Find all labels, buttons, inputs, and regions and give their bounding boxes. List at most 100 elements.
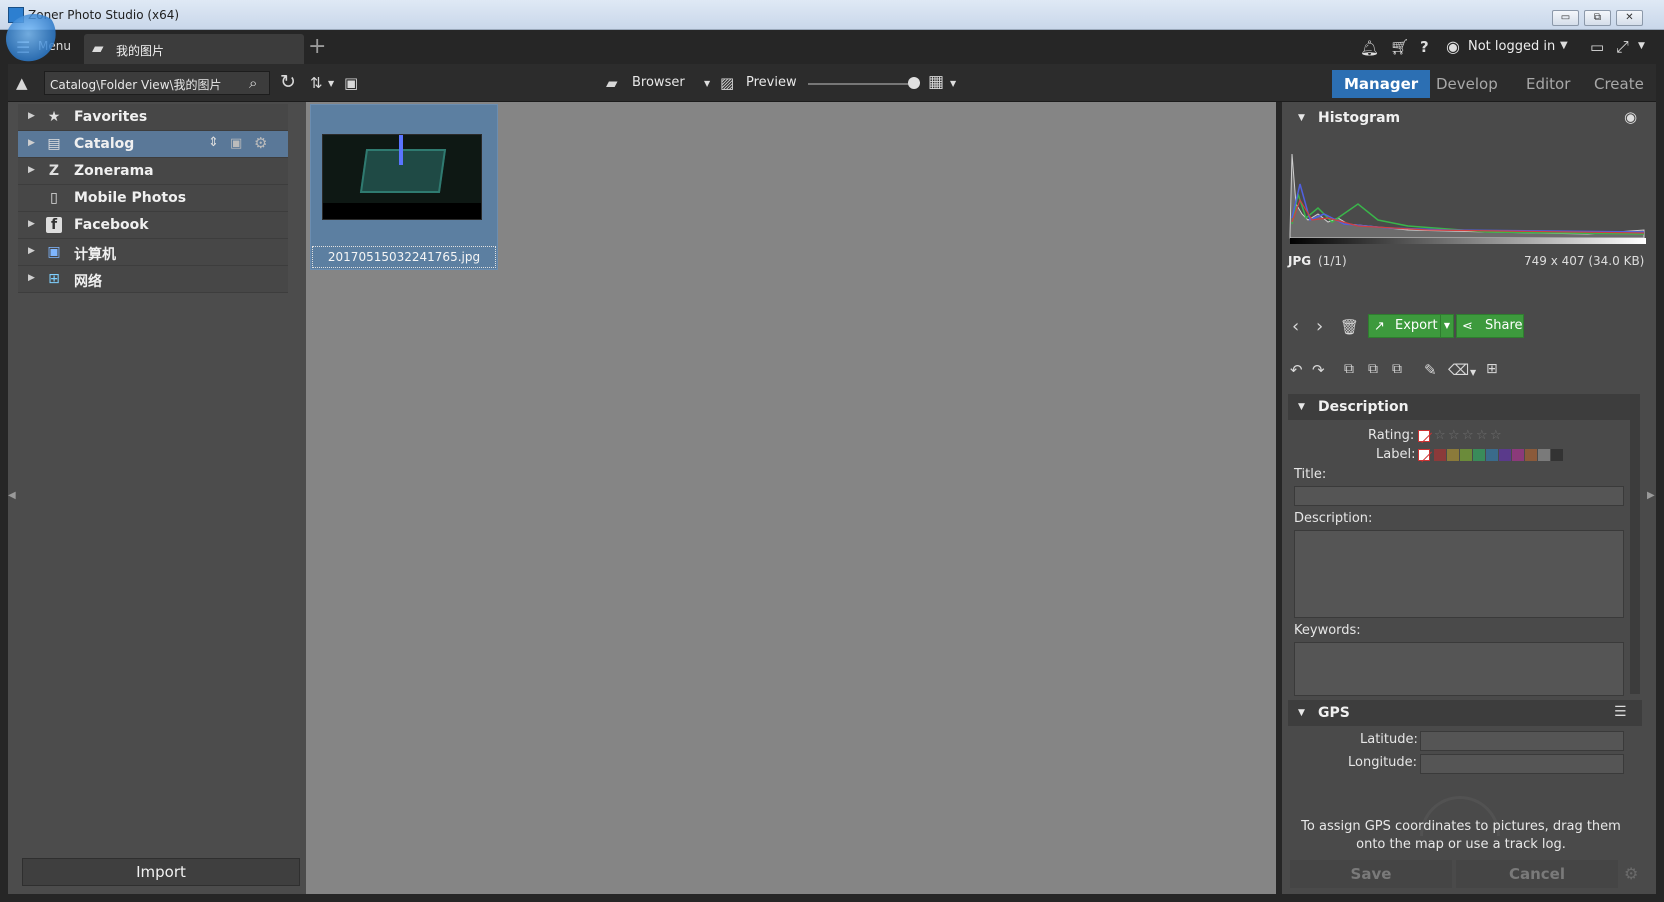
nav-item-facebook[interactable]: ▶ f Facebook	[18, 212, 288, 239]
bell-icon[interactable]: 🔔︎	[1360, 39, 1379, 57]
previous-icon[interactable]: ‹	[1292, 316, 1299, 337]
expand-arrow-icon[interactable]: ▶	[28, 273, 35, 283]
label-swatch[interactable]	[1460, 449, 1472, 461]
tools-dropdown-icon[interactable]: ▼	[1470, 368, 1476, 377]
user-login-label[interactable]: Not logged in	[1468, 39, 1555, 54]
copy-icon[interactable]: ⧉	[1344, 361, 1354, 377]
cancel-button[interactable]: Cancel	[1456, 860, 1618, 888]
gps-header[interactable]: ▼ GPS ☰	[1288, 700, 1642, 726]
label-swatch[interactable]	[1551, 449, 1563, 461]
thumbnail-image[interactable]	[322, 134, 482, 220]
user-dropdown-icon[interactable]: ▼	[1560, 40, 1568, 51]
sort-dropdown-icon[interactable]: ▼	[328, 79, 334, 88]
label-swatch[interactable]	[1473, 449, 1485, 461]
rating-star-1[interactable]: ☆	[1434, 428, 1446, 443]
trash-icon[interactable]: 🗑︎	[1340, 318, 1359, 336]
collapse-arrow-icon[interactable]: ▼	[1298, 708, 1305, 718]
label-swatch[interactable]	[1538, 449, 1550, 461]
rotate-right-icon[interactable]: ↷	[1312, 361, 1325, 379]
label-swatch[interactable]	[1512, 449, 1524, 461]
description-field[interactable]	[1294, 530, 1624, 618]
latitude-field[interactable]	[1420, 731, 1624, 751]
path-input[interactable]: Catalog\Folder View\我的图片 ⌕	[44, 71, 270, 95]
label-swatch[interactable]	[1499, 449, 1511, 461]
nav-item-mobile-photos[interactable]: ▯ Mobile Photos	[18, 185, 288, 212]
add-folder-icon[interactable]: ▣	[230, 136, 242, 151]
import-button[interactable]: Import	[22, 858, 300, 886]
label-swatch[interactable]	[1486, 449, 1498, 461]
browser-dropdown-icon[interactable]: ▼	[704, 79, 710, 88]
thumbnail-filename: 20170515032241765.jpg	[312, 246, 496, 268]
collapse-left-panel-icon[interactable]: ◀	[8, 490, 16, 501]
add-tab-button[interactable]: +	[308, 34, 326, 59]
info-scrollbar[interactable]	[1630, 394, 1640, 694]
clear-rating-icon[interactable]	[1418, 430, 1433, 444]
new-folder-icon[interactable]: ▣	[344, 74, 358, 92]
label-swatch[interactable]	[1434, 449, 1446, 461]
rotate-left-icon[interactable]: ↶	[1290, 361, 1303, 379]
rating-star-5[interactable]: ☆	[1490, 428, 1502, 443]
wand-icon[interactable]: ✎	[1424, 361, 1437, 379]
grid-view-icon[interactable]: ▦	[928, 72, 944, 92]
mode-editor[interactable]: Editor	[1514, 70, 1582, 98]
nav-item-computer[interactable]: ▶ ▣ 计算机	[18, 239, 288, 266]
longitude-field[interactable]	[1420, 754, 1624, 774]
rating-star-2[interactable]: ☆	[1448, 428, 1460, 443]
mode-manager[interactable]: Manager	[1332, 70, 1431, 98]
rating-star-3[interactable]: ☆	[1462, 428, 1474, 443]
search-icon[interactable]: ⌕	[249, 74, 257, 92]
mode-create[interactable]: Create	[1582, 70, 1656, 98]
gps-menu-icon[interactable]: ☰	[1614, 704, 1627, 720]
monitor-icon[interactable]: ▭	[1590, 38, 1604, 56]
keywords-field[interactable]	[1294, 642, 1624, 696]
cart-icon[interactable]: 🛒︎	[1390, 38, 1409, 56]
nav-item-favorites[interactable]: ▶ ★ Favorites	[18, 104, 288, 131]
histogram-header[interactable]: ▼ Histogram	[1288, 105, 1628, 131]
grid-dropdown-icon[interactable]: ▼	[950, 79, 956, 88]
expand-arrow-icon[interactable]: ▶	[28, 246, 35, 256]
label-swatch[interactable]	[1447, 449, 1459, 461]
duplicate-icon[interactable]: ⧉	[1392, 361, 1402, 377]
collapse-arrow-icon[interactable]: ▼	[1298, 402, 1305, 412]
settings-gear-icon[interactable]: ⚙	[1624, 864, 1638, 883]
fullscreen-dropdown-icon[interactable]: ▼	[1638, 41, 1645, 51]
eraser-icon[interactable]: ⌫	[1448, 361, 1469, 379]
close-button[interactable]: ✕	[1616, 10, 1643, 26]
folder-up-icon[interactable]: ▲	[16, 74, 28, 92]
browser-button[interactable]: Browser	[632, 75, 685, 90]
nav-item-catalog[interactable]: ▶ ▤ Catalog ⇕ ▣ ⚙	[18, 131, 288, 158]
collapse-right-panel-icon[interactable]: ▶	[1647, 490, 1655, 501]
mode-develop[interactable]: Develop	[1424, 70, 1510, 98]
title-field[interactable]	[1294, 486, 1624, 506]
minimize-button[interactable]: ▭	[1552, 10, 1579, 26]
add-text-icon[interactable]: ⊞	[1486, 361, 1498, 377]
nav-item-zonerama[interactable]: ▶ Z Zonerama	[18, 158, 288, 185]
move-icon[interactable]: ⧉	[1368, 361, 1378, 377]
fullscreen-icon[interactable]: ⤢	[1616, 37, 1629, 57]
label-swatch[interactable]	[1525, 449, 1537, 461]
description-header[interactable]: ▼ Description	[1288, 394, 1632, 420]
histogram-settings-icon[interactable]: ◉	[1624, 108, 1637, 126]
restore-button[interactable]: ⧉	[1584, 10, 1611, 26]
tab-folder[interactable]: ▰ 我的图片	[84, 34, 304, 64]
help-icon[interactable]: ?	[1420, 38, 1429, 56]
preview-button[interactable]: Preview	[746, 75, 797, 90]
zoom-slider-thumb[interactable]	[907, 77, 920, 89]
nav-item-network[interactable]: ▶ ⊞ 网络	[18, 266, 288, 293]
save-button[interactable]: Save	[1290, 860, 1452, 888]
clear-label-icon[interactable]	[1418, 449, 1433, 463]
expand-arrow-icon[interactable]: ▶	[28, 111, 35, 121]
share-button[interactable]: ⋖ Share	[1456, 314, 1524, 338]
reorder-icon[interactable]: ⇕	[208, 135, 219, 150]
gear-icon[interactable]: ⚙	[254, 134, 267, 152]
expand-arrow-icon[interactable]: ▶	[28, 138, 35, 148]
expand-arrow-icon[interactable]: ▶	[28, 219, 35, 229]
expand-arrow-icon[interactable]: ▶	[28, 165, 35, 175]
refresh-icon[interactable]: ↻	[280, 71, 296, 93]
sort-icon[interactable]: ⇅	[310, 74, 323, 92]
rating-star-4[interactable]: ☆	[1476, 428, 1488, 443]
export-dropdown-icon[interactable]: ▼	[1440, 314, 1454, 338]
next-icon[interactable]: ›	[1316, 316, 1323, 337]
zoom-slider-track[interactable]	[808, 83, 916, 85]
collapse-arrow-icon[interactable]: ▼	[1298, 113, 1305, 123]
